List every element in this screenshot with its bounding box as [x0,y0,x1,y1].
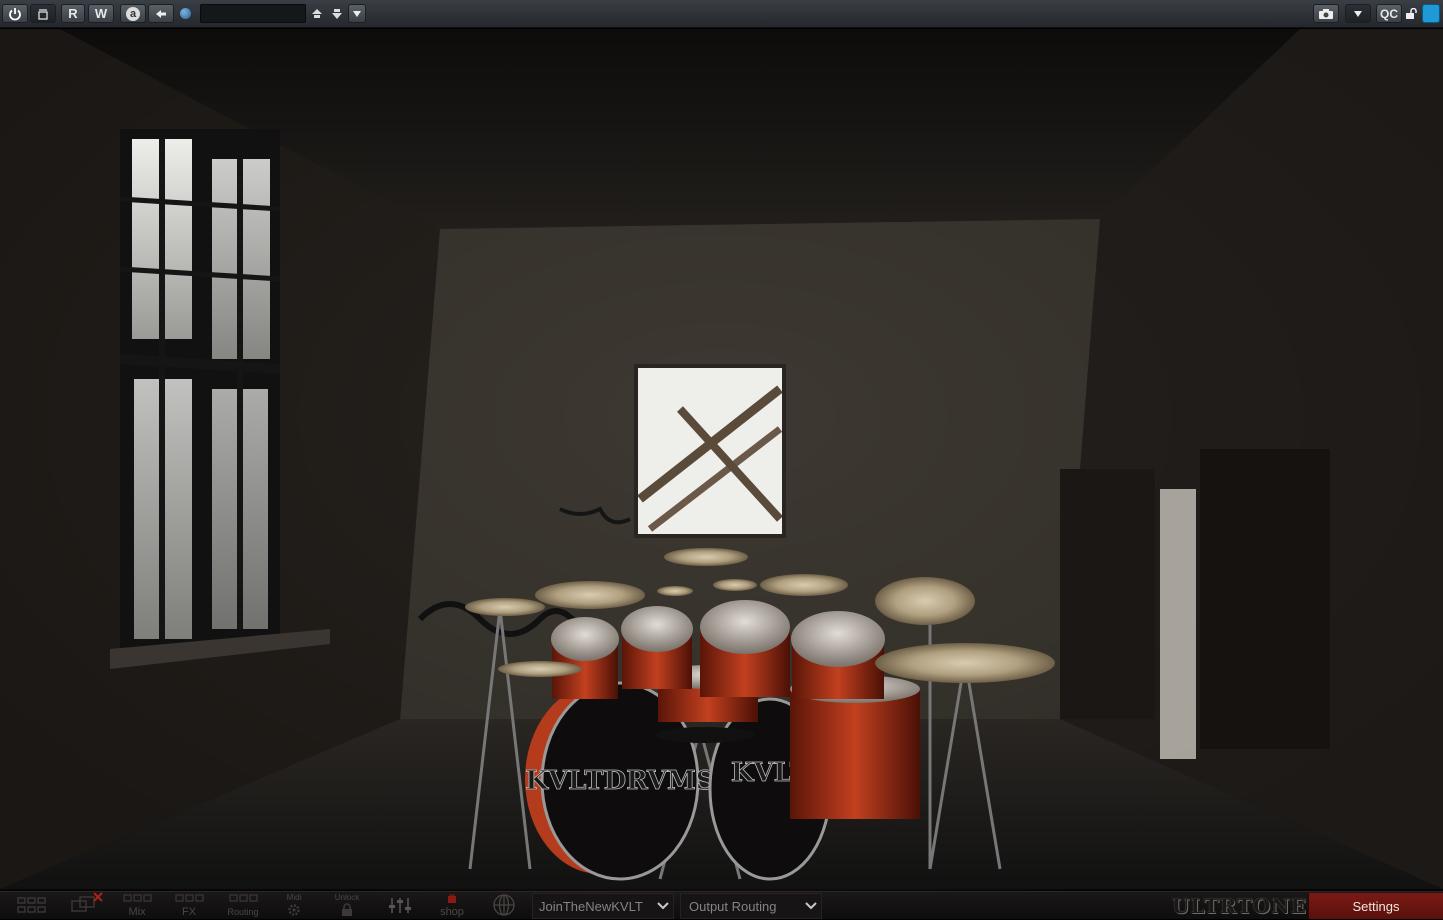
mix-button[interactable]: Mix [118,892,156,920]
arrow-down-icon [331,8,343,20]
preset-down-button[interactable] [327,4,347,23]
routing-label: Routing [227,907,259,917]
back-button[interactable] [148,4,174,23]
auto-icon: a [126,6,140,21]
power-button[interactable] [2,4,28,23]
lock-icon [340,903,354,920]
unlock-button[interactable]: Unlock [328,892,366,920]
midi-button[interactable]: Midi [276,892,312,920]
write-label: W [94,6,108,21]
preset-menu-button[interactable] [348,4,366,23]
chevron-down-icon [1354,10,1362,17]
web-button[interactable] [486,892,522,920]
output-routing-value: Output Routing [689,898,777,914]
settings-label: Settings [1352,898,1400,914]
routing-button[interactable]: Routing [220,892,266,920]
settings-button[interactable]: Settings [1308,893,1443,919]
bass-drum-logo: KVLTDRVMS [525,766,714,796]
preset-up-button[interactable] [307,4,327,23]
write-automation-button[interactable]: W [88,4,114,23]
snapshot-button[interactable] [1313,4,1339,23]
arrow-left-icon [155,9,167,19]
room-illustration: KVLTDRVMS KVLT [0,29,1443,891]
snapshot-menu-button[interactable] [1345,4,1371,23]
lock-icon [1405,7,1417,20]
arrow-up-icon [311,8,323,20]
back-window [634,364,786,538]
fx-button[interactable]: FX [170,892,208,920]
kit-remove-icon [68,891,104,920]
shop-button[interactable]: shop [432,892,472,920]
brand-logo: ULTRTONE [1172,894,1307,918]
kit-remove-button[interactable] [66,892,106,920]
unlock-label: Unlock [334,893,360,902]
bottom-bar: Mix FX Routing Midi Unlock shop JoinTheN… [0,891,1443,919]
window-toggle-button[interactable] [1422,4,1440,23]
status-dot-icon [180,8,191,19]
grid-view-button[interactable] [14,892,50,920]
sliders-icon [386,895,414,918]
globe-icon [492,893,516,920]
compare-button[interactable] [30,4,56,23]
kit-select[interactable]: JoinTheNewKVLT [532,893,674,919]
read-label: R [68,6,78,21]
camera-icon [1318,8,1334,20]
routing-icon [228,894,258,907]
host-toolbar: R W a QC [0,0,1443,28]
midi-label: Midi [286,893,302,902]
power-icon [8,7,22,21]
quick-controls-button[interactable]: QC [1376,4,1402,23]
shop-label: shop [440,906,464,918]
preset-name-field[interactable] [200,4,306,23]
chevron-down-icon [353,10,361,17]
lock-button[interactable] [1403,4,1419,23]
drum-room-scene: KVLTDRVMS KVLT [0,29,1443,891]
grid-icon [16,895,48,920]
qc-label: QC [1380,6,1398,21]
read-automation-button[interactable]: R [61,4,85,23]
sliders-button[interactable] [382,892,418,920]
auto-button[interactable]: a [120,4,146,23]
kit-select-value: JoinTheNewKVLT [539,898,643,914]
chevron-down-icon [801,899,821,913]
mix-label: Mix [128,906,146,918]
midi-gear-icon [286,903,302,920]
output-routing-select[interactable]: Output Routing [680,893,822,919]
compare-icon [37,8,49,20]
fx-label: FX [181,906,197,918]
chevron-down-icon [653,899,673,913]
